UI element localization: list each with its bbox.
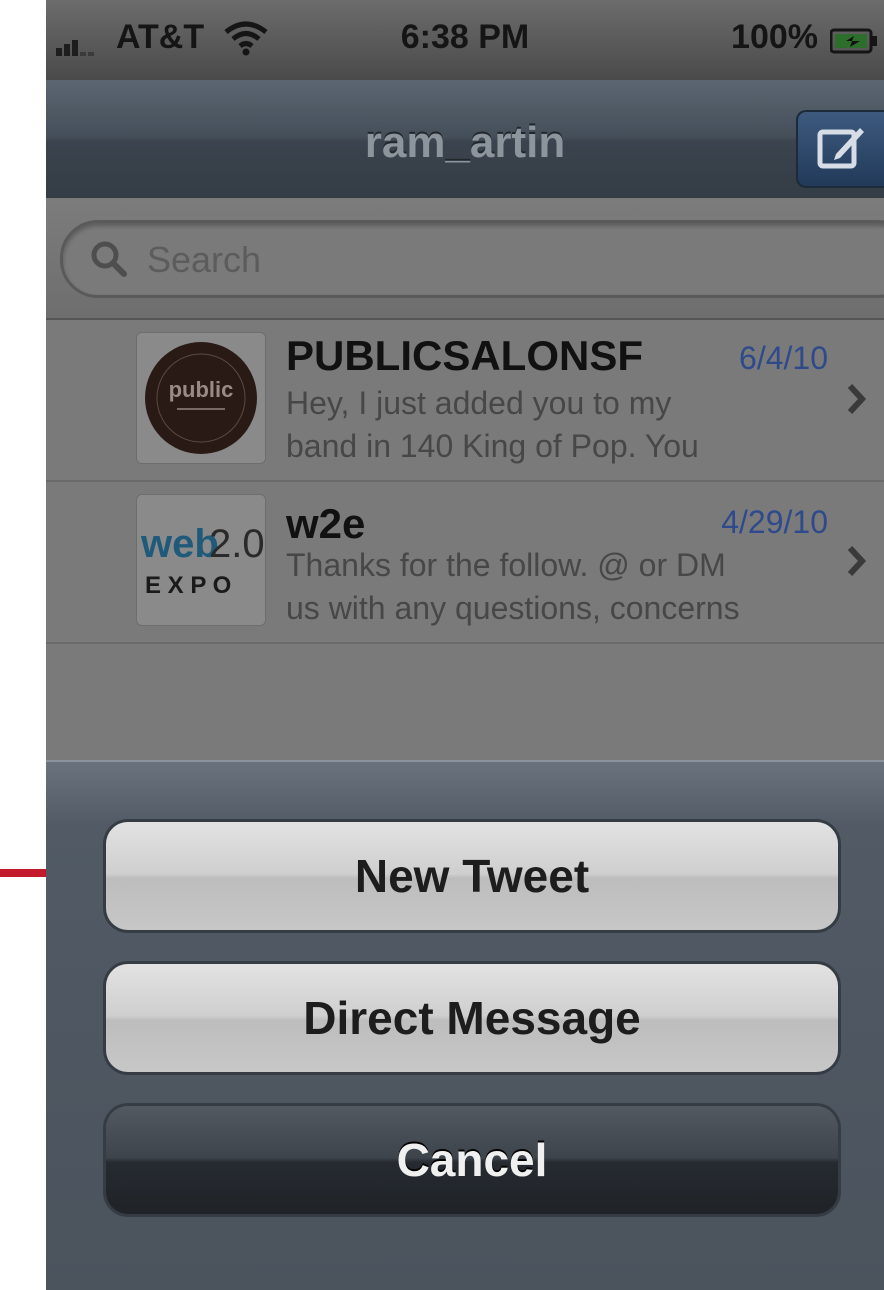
new-tweet-button[interactable]: New Tweet bbox=[106, 822, 838, 930]
navigation-bar: ram_artin bbox=[46, 80, 884, 200]
message-list: public PUBLICSALONSF 6/4/10 Hey, I just … bbox=[46, 320, 884, 760]
battery-icon bbox=[830, 28, 877, 54]
battery-percent-label: 100% bbox=[731, 18, 818, 56]
svg-text:web: web bbox=[140, 522, 219, 566]
compose-button[interactable] bbox=[796, 110, 884, 188]
search-icon bbox=[91, 241, 127, 277]
preview-line: Hey, I just added you to my bbox=[286, 385, 672, 421]
cancel-button[interactable]: Cancel bbox=[106, 1106, 838, 1214]
list-item[interactable]: web 2.0 E X P O w2e 4/29/10 Thanks for t… bbox=[46, 482, 884, 644]
preview-line: us with any questions, concerns bbox=[286, 590, 740, 626]
web2-expo-logo: web 2.0 E X P O bbox=[137, 495, 265, 625]
svg-text:2.0: 2.0 bbox=[209, 522, 265, 566]
search-bar: Search bbox=[46, 198, 884, 320]
chevron-right-icon bbox=[847, 383, 867, 415]
list-item[interactable]: public PUBLICSALONSF 6/4/10 Hey, I just … bbox=[46, 320, 884, 482]
page-title: ram_artin bbox=[364, 118, 566, 167]
message-date: 6/4/10 bbox=[739, 340, 828, 376]
status-bar: AT&T 6:38 PM 100% bbox=[46, 0, 884, 80]
search-placeholder: Search bbox=[147, 239, 262, 280]
compose-icon bbox=[817, 128, 864, 169]
preview-line: band in 140 King of Pop. You bbox=[286, 428, 699, 464]
preview-line: Thanks for the follow. @ or DM bbox=[286, 547, 726, 583]
action-sheet: New Tweet Direct Message Cancel bbox=[46, 760, 884, 1290]
annotation-pointer bbox=[0, 869, 46, 877]
sender-name: PUBLICSALONSF bbox=[286, 332, 643, 379]
chevron-right-icon bbox=[847, 545, 867, 577]
svg-text:public: public bbox=[169, 377, 234, 402]
public-salon-logo: public bbox=[137, 333, 265, 463]
message-preview: Thanks for the follow. @ or DM us with a… bbox=[286, 544, 846, 630]
sender-name: w2e bbox=[286, 500, 366, 547]
svg-text:E X P O: E X P O bbox=[145, 572, 231, 599]
message-preview: Hey, I just added you to my band in 140 … bbox=[286, 382, 846, 468]
phone-screen: AT&T 6:38 PM 100% ram_artin Search publi… bbox=[46, 0, 884, 1290]
message-date: 4/29/10 bbox=[721, 504, 828, 540]
avatar: web 2.0 E X P O bbox=[136, 494, 266, 626]
avatar: public bbox=[136, 332, 266, 464]
direct-message-button[interactable]: Direct Message bbox=[106, 964, 838, 1072]
search-input[interactable]: Search bbox=[60, 220, 884, 298]
